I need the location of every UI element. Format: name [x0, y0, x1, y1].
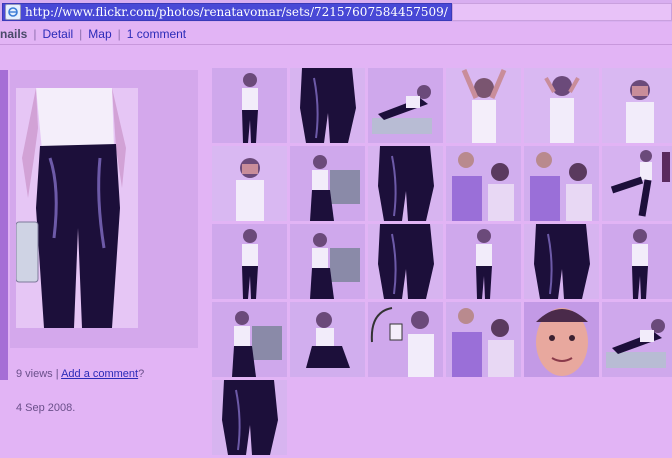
stats-question-mark: ?: [138, 368, 145, 380]
thumbnail[interactable]: [368, 68, 443, 143]
thumbnail[interactable]: [212, 380, 287, 455]
add-comment-link[interactable]: Add a comment: [61, 368, 138, 380]
nav-detail-link[interactable]: Detail: [42, 27, 73, 41]
thumbnail[interactable]: [212, 302, 287, 377]
url-field[interactable]: http://www.flickr.com/photos/renatavomar…: [2, 3, 452, 21]
thumbnail[interactable]: [212, 146, 287, 221]
thumbnail[interactable]: [212, 68, 287, 143]
thumbnail[interactable]: [290, 68, 365, 143]
ie-page-icon: [5, 4, 21, 20]
thumbnail[interactable]: [524, 302, 599, 377]
thumbnail[interactable]: [446, 224, 521, 299]
nav-comment-link[interactable]: 1 comment: [127, 27, 186, 41]
thumbnail[interactable]: [524, 146, 599, 221]
thumbnail[interactable]: [602, 302, 672, 377]
photo-stats: 9 views | Add a comment?: [16, 368, 144, 380]
nav-thumbnails-current: nails: [0, 27, 28, 41]
thumbnail[interactable]: [290, 302, 365, 377]
nav-separator: |: [117, 27, 121, 41]
thumbnail[interactable]: [446, 146, 521, 221]
url-text: http://www.flickr.com/photos/renatavomar…: [25, 5, 448, 19]
thumbnail[interactable]: [368, 302, 443, 377]
thumbnail[interactable]: [524, 224, 599, 299]
thumbnail[interactable]: [368, 224, 443, 299]
thumbnail[interactable]: [602, 68, 672, 143]
nav-divider: [0, 44, 672, 45]
photo-set-view-nav: nails | Detail | Map | 1 comment: [0, 26, 186, 42]
view-count: 9 views: [16, 368, 53, 380]
thumbnail[interactable]: [602, 224, 672, 299]
nav-separator: |: [33, 27, 37, 41]
thumbnail[interactable]: [212, 224, 287, 299]
photo-date: 4 Sep 2008.: [16, 402, 76, 414]
nav-map-link[interactable]: Map: [88, 27, 111, 41]
nav-separator: |: [79, 27, 83, 41]
stats-separator: |: [55, 368, 59, 380]
browser-address-bar: http://www.flickr.com/photos/renatavomar…: [0, 0, 672, 22]
thumbnail[interactable]: [602, 146, 672, 221]
thumbnail[interactable]: [368, 146, 443, 221]
thumbnail[interactable]: [446, 302, 521, 377]
thumbnail[interactable]: [290, 146, 365, 221]
thumbnail[interactable]: [446, 68, 521, 143]
previous-set-strip[interactable]: [0, 70, 8, 380]
main-photo[interactable]: [16, 88, 138, 328]
thumbnail[interactable]: [290, 224, 365, 299]
thumbnail[interactable]: [524, 68, 599, 143]
address-bar-remainder: [452, 3, 672, 21]
